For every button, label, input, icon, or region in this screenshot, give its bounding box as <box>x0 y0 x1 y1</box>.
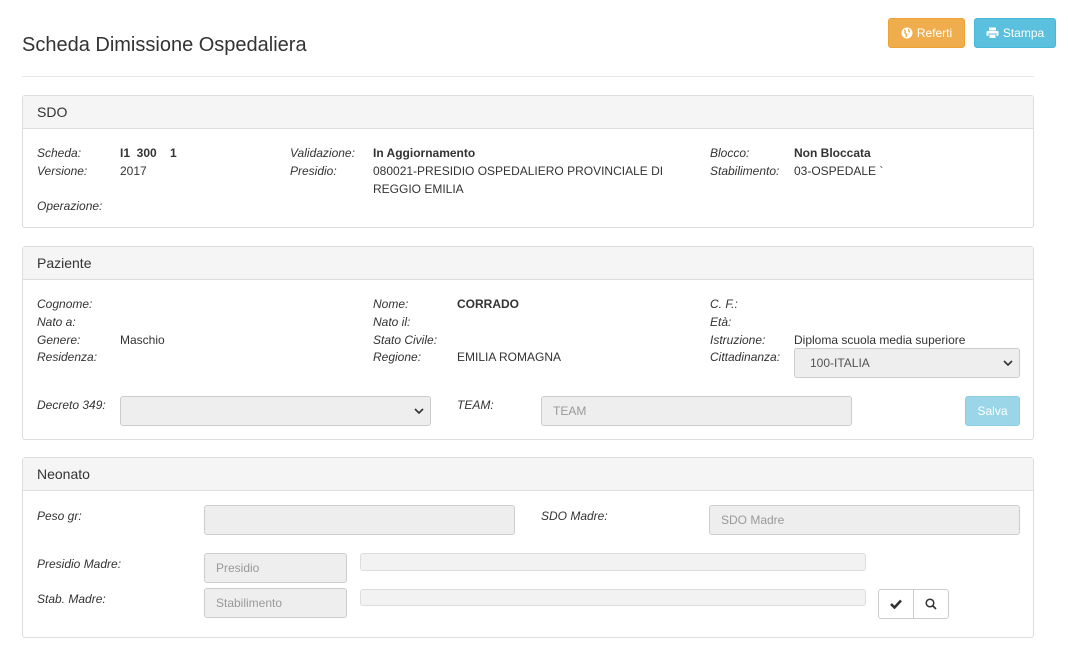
chevron-down-icon <box>414 408 424 414</box>
validazione-value: In Aggiornamento <box>373 146 476 160</box>
stabilimento-label: Stabilimento: <box>710 164 780 178</box>
stampa-button[interactable]: Stampa <box>974 18 1056 48</box>
sdo-madre-label: SDO Madre: <box>541 509 608 523</box>
presidio-value-line2: REGGIO EMILIA <box>373 182 464 196</box>
title-divider <box>22 76 1034 77</box>
neonato-panel-header: Neonato <box>23 458 1033 491</box>
blocco-value: Non Bloccata <box>794 146 871 160</box>
blocco-label: Blocco: <box>710 146 750 160</box>
stampa-label: Stampa <box>1002 26 1045 40</box>
search-button[interactable] <box>913 589 949 619</box>
decreto-label: Decreto 349: <box>37 398 106 412</box>
stab-madre-description <box>360 589 866 606</box>
operazione-label: Operazione: <box>37 199 103 213</box>
stabilimento-value: 03-OSPEDALE ` <box>794 164 884 178</box>
cittadinanza-select[interactable]: 100-ITALIA <box>794 348 1020 378</box>
nome-label: Nome: <box>373 297 409 311</box>
regione-label: Regione: <box>373 350 422 364</box>
confirm-button[interactable] <box>878 589 914 619</box>
presidio-madre-input[interactable]: Presidio <box>204 553 347 583</box>
genere-label: Genere: <box>37 333 81 347</box>
team-label: TEAM: <box>457 398 494 412</box>
neonato-panel: Neonato Peso gr: SDO Madre: SDO Madre Pr… <box>22 457 1034 638</box>
sdo-panel: SDO Scheda: I1 300 1 Versione: 2017 Oper… <box>22 95 1034 228</box>
stab-madre-label: Stab. Madre: <box>37 592 106 606</box>
cf-label: C. F.: <box>710 297 738 311</box>
sdo-panel-header: SDO <box>23 96 1033 129</box>
istruzione-label: Istruzione: <box>710 333 766 347</box>
versione-value: 2017 <box>120 164 147 178</box>
sdo-madre-input[interactable]: SDO Madre <box>709 505 1020 535</box>
cognome-label: Cognome: <box>37 297 93 311</box>
genere-value: Maschio <box>120 333 165 347</box>
paziente-panel-header: Paziente <box>23 247 1033 280</box>
sdo-madre-placeholder: SDO Madre <box>721 513 785 527</box>
team-input[interactable]: TEAM <box>541 396 852 426</box>
peso-label: Peso gr: <box>37 509 82 523</box>
scheda-value: I1 300 1 <box>120 146 177 160</box>
referti-button[interactable]: Referti <box>888 18 965 48</box>
validazione-label: Validazione: <box>290 146 355 160</box>
decreto-select[interactable] <box>120 396 431 426</box>
chevron-down-icon <box>1003 360 1013 366</box>
check-icon <box>890 599 902 609</box>
stato-civile-label: Stato Civile: <box>373 333 438 347</box>
salva-label: Salva <box>977 404 1008 418</box>
stabilimento-placeholder: Stabilimento <box>216 596 283 610</box>
nato-a-label: Nato a: <box>37 315 76 329</box>
presidio-madre-description <box>360 553 866 571</box>
stab-madre-input[interactable]: Stabilimento <box>204 588 347 618</box>
cittadinanza-label: Cittadinanza: <box>710 350 781 364</box>
eta-label: Età: <box>710 315 732 329</box>
search-icon <box>925 598 937 610</box>
team-placeholder: TEAM <box>553 404 587 418</box>
salva-button[interactable]: Salva <box>965 396 1020 426</box>
paziente-panel: Paziente Cognome: Nato a: Genere: Maschi… <box>22 246 1034 440</box>
globe-icon <box>901 27 913 39</box>
presidio-madre-label: Presidio Madre: <box>37 557 122 571</box>
regione-value: EMILIA ROMAGNA <box>457 350 562 364</box>
presidio-value-line1: 080021-PRESIDIO OSPEDALIERO PROVINCIALE … <box>373 164 664 178</box>
scheda-label: Scheda: <box>37 146 82 160</box>
versione-label: Versione: <box>37 164 88 178</box>
istruzione-value: Diploma scuola media superiore <box>794 333 966 347</box>
page-title: Scheda Dimissione Ospedaliera <box>22 34 307 56</box>
residenza-label: Residenza: <box>37 350 98 364</box>
nato-il-label: Nato il: <box>373 315 411 329</box>
presidio-placeholder: Presidio <box>216 561 260 575</box>
peso-input[interactable] <box>204 505 515 535</box>
presidio-label: Presidio: <box>290 164 337 178</box>
print-icon <box>986 27 999 39</box>
cittadinanza-selected: 100-ITALIA <box>810 356 870 370</box>
nome-value: CORRADO <box>457 297 519 311</box>
referti-label: Referti <box>916 26 953 40</box>
